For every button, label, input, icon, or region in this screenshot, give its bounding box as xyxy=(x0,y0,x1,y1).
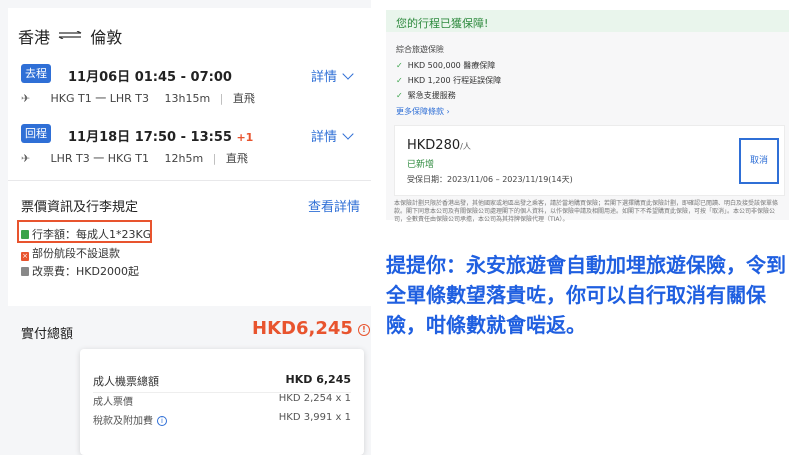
check-icon: ✓ xyxy=(396,76,403,85)
breakdown-row-total: 成人機票總額 HKD 6,245 xyxy=(93,373,351,389)
coverage-text: 緊急支援服務 xyxy=(407,91,456,100)
total-amount: HKD6,245 xyxy=(252,318,353,339)
fare-details-link[interactable]: 查看詳情 xyxy=(308,196,360,215)
breakdown-row-tax: 稅款及附加費 i HKD 3,991 x 1 xyxy=(93,412,351,427)
inbound-duration: 12h5m xyxy=(164,152,204,165)
price-breakdown-popup: 成人機票總額 HKD 6,245 成人票價 HKD 2,254 x 1 稅款及附… xyxy=(80,349,364,455)
fare-rules-title: 票價資訊及行李規定 xyxy=(21,200,139,215)
inbound-flight-type: 直飛 xyxy=(225,152,248,165)
more-terms-label: 更多保障條款 xyxy=(396,107,444,116)
breakdown-value: HKD 2,254 x 1 xyxy=(278,393,351,404)
cancel-insurance-button[interactable]: 取消 xyxy=(739,138,779,184)
more-terms-link[interactable]: 更多保障條款 › xyxy=(396,106,450,117)
inbound-datetime: 11月18日 17:50 - 13:55 +1 xyxy=(68,126,253,145)
breakdown-label: 成人機票總額 xyxy=(93,375,159,388)
insurance-period: 受保日期：2023/11/06 – 2023/11/19(14天) xyxy=(407,175,573,184)
outbound-badge: 去程 xyxy=(21,64,51,83)
breakdown-value: HKD 6,245 xyxy=(285,373,351,386)
change-fee-rule: 改票費：HKD2000起 xyxy=(21,263,139,279)
total-value[interactable]: HKD6,245! xyxy=(252,318,370,339)
coverage-item: ✓ HKD 1,200 行程延誤保障 xyxy=(396,75,501,86)
no-refund-icon: × xyxy=(21,252,29,261)
total-label: 實付總額 xyxy=(21,327,74,342)
refund-text: 部份航段不設退款 xyxy=(32,247,120,260)
check-icon: ✓ xyxy=(396,61,403,70)
section-divider xyxy=(8,180,371,181)
insurance-header-title: 您的行程已獲保障! xyxy=(396,17,489,30)
coverage-item: ✓ HKD 500,000 醫療保障 xyxy=(396,60,495,71)
breakdown-value: HKD 3,991 x 1 xyxy=(278,412,351,423)
insurance-price-amount: HKD280 xyxy=(407,138,461,153)
breakdown-label: 稅款及附加費 xyxy=(93,416,153,427)
check-icon: ✓ xyxy=(396,91,403,100)
destination-city: 倫敦 xyxy=(90,28,123,47)
coverage-text: HKD 1,200 行程延誤保障 xyxy=(407,76,502,85)
inbound-airports: LHR T3 一 HKG T1 xyxy=(50,152,149,165)
inbound-badge: 回程 xyxy=(21,124,51,143)
round-trip-arrow-icon xyxy=(58,31,82,39)
price-info-icon[interactable]: ! xyxy=(357,324,370,336)
insurance-header: 您的行程已獲保障! xyxy=(386,10,789,32)
insurance-price: HKD280/人 xyxy=(407,138,471,153)
annotation-caption: 提提你：永安旅遊會自動加埋旅遊保險，令到全單條數望落貴咗，你可以自行取消有關保險… xyxy=(386,253,786,337)
outbound-details-label: 詳情 xyxy=(311,70,338,85)
coverage-text: HKD 500,000 醫療保障 xyxy=(407,61,496,70)
airline-logo-icon: ✈ xyxy=(21,152,31,165)
plus-day-badge: +1 xyxy=(236,131,254,144)
outbound-duration: 13h15m xyxy=(164,92,211,105)
inbound-details-label: 詳情 xyxy=(311,130,338,145)
chevron-down-icon xyxy=(342,128,354,140)
inbound-details-link[interactable]: 詳情 xyxy=(311,126,354,145)
inbound-time-range: 11月18日 17:50 - 13:55 xyxy=(68,130,232,145)
outbound-flight-type: 直飛 xyxy=(232,92,255,105)
route-title: 香港 倫敦 xyxy=(18,24,122,48)
breakdown-row-fare: 成人票價 HKD 2,254 x 1 xyxy=(93,393,351,408)
refund-rule: × 部份航段不設退款 xyxy=(21,245,120,261)
insurance-subtitle: 綜合旅遊保險 xyxy=(396,45,444,54)
insurance-disclaimer: 本保險計劃只限於香港出發，其他國家或地區出發之乘客，請於當地購買保險；若閣下選擇… xyxy=(394,200,779,223)
chevron-down-icon xyxy=(342,68,354,80)
insurance-panel: 您的行程已獲保障! 綜合旅遊保險 ✓ HKD 500,000 醫療保障 ✓ HKD … xyxy=(386,10,789,223)
insurance-added-status: 已新增 xyxy=(407,160,435,170)
airline-logo-icon: ✈ xyxy=(21,92,31,105)
coverage-item: ✓ 緊急支援服務 xyxy=(396,90,456,101)
origin-city: 香港 xyxy=(18,28,51,47)
outbound-datetime: 11月06日 01:45 - 07:00 xyxy=(68,70,232,85)
insurance-plan-card: HKD280/人 已新增 受保日期：2023/11/06 – 2023/11/1… xyxy=(394,125,785,196)
change-fee-text: 改票費：HKD2000起 xyxy=(32,265,139,278)
breakdown-label: 成人票價 xyxy=(93,397,133,408)
outbound-details-link[interactable]: 詳情 xyxy=(311,66,354,85)
highlight-box xyxy=(17,220,152,243)
tax-info-icon[interactable]: i xyxy=(157,416,167,426)
outbound-airports: HKG T1 一 LHR T3 xyxy=(50,92,149,105)
chevron-right-icon: › xyxy=(446,107,450,116)
change-ticket-icon xyxy=(21,267,29,276)
inbound-route-info: ✈ LHR T3 一 HKG T1 12h5m | 直飛 xyxy=(21,152,248,165)
insurance-price-unit: /人 xyxy=(460,142,471,151)
booking-summary-panel: 香港 倫敦 去程 11月06日 01:45 - 07:00 詳情 ✈ HKG T… xyxy=(0,0,371,455)
outbound-route-info: ✈ HKG T1 一 LHR T3 13h15m | 直飛 xyxy=(21,92,255,105)
